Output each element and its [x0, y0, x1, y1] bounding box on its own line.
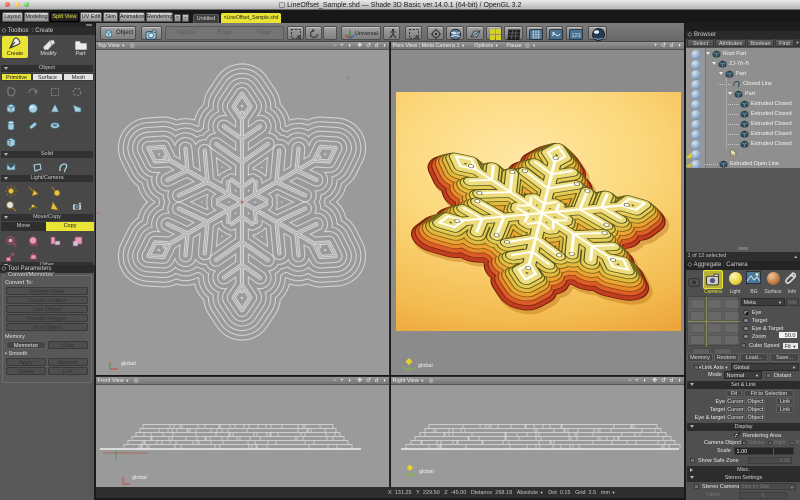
svg-text:T: T: [8, 141, 12, 147]
svg-text:123: 123: [571, 33, 580, 39]
